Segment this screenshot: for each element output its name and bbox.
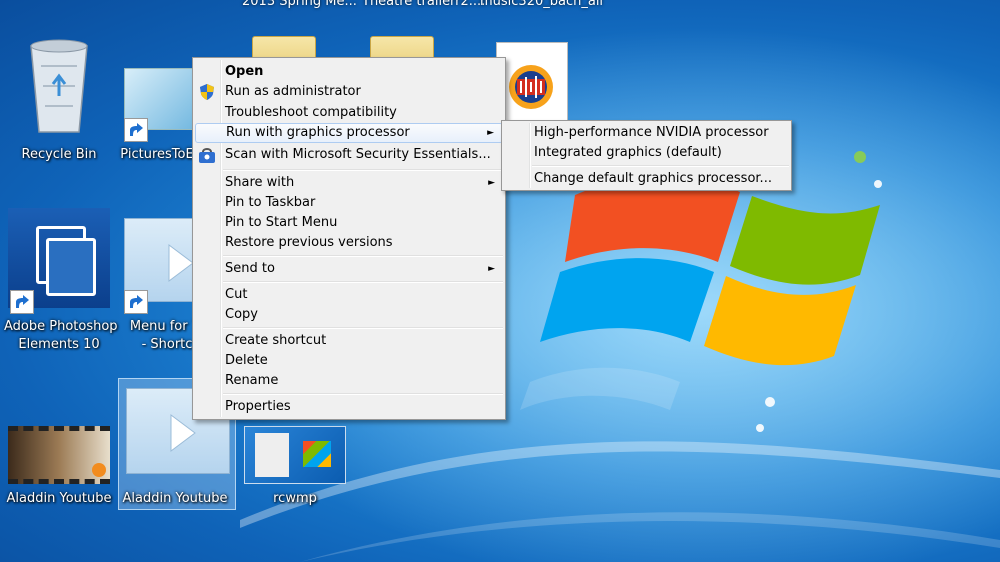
menu-separator: [223, 393, 503, 395]
menu-separator: [223, 255, 503, 257]
menu-item-label: Pin to Taskbar: [225, 195, 316, 210]
menu-item-open[interactable]: Open: [195, 62, 503, 82]
menu-item-label: Create shortcut: [225, 333, 327, 348]
menu-item-scan-security-essentials[interactable]: Scan with Microsoft Security Essentials.…: [195, 145, 503, 165]
menu-item-pin-to-start-menu[interactable]: Pin to Start Menu: [195, 213, 503, 233]
context-menu: Open Run as administrator Troubleshoot c…: [192, 57, 506, 420]
menu-item-pin-to-taskbar[interactable]: Pin to Taskbar: [195, 193, 503, 213]
submenu-arrow-icon: ►: [487, 128, 494, 138]
menu-item-label: Properties: [225, 399, 291, 414]
submenu-item-label: Integrated graphics (default): [534, 145, 722, 160]
menu-item-send-to[interactable]: Send to ►: [195, 259, 503, 279]
menu-item-label: Pin to Start Menu: [225, 215, 338, 230]
menu-item-create-shortcut[interactable]: Create shortcut: [195, 331, 503, 351]
menu-item-label: Rename: [225, 373, 279, 388]
menu-item-troubleshoot-compatibility[interactable]: Troubleshoot compatibility: [195, 103, 503, 123]
security-essentials-icon: [199, 148, 215, 163]
shortcut-arrow-icon: [124, 290, 148, 314]
menu-item-cut[interactable]: Cut: [195, 285, 503, 305]
menu-item-label: Copy: [225, 307, 258, 322]
submenu-arrow-icon: ►: [488, 178, 495, 188]
aladdin-youtube-label-1: Aladdin Youtube: [6, 491, 112, 506]
menu-item-properties[interactable]: Properties: [195, 397, 503, 417]
menu-item-run-with-graphics-processor[interactable]: Run with graphics processor ►: [195, 123, 503, 143]
shortcut-arrow-icon: [124, 118, 148, 142]
menu-item-restore-previous-versions[interactable]: Restore previous versions: [195, 233, 503, 253]
screenshot-thumbnail-icon: [244, 426, 346, 484]
menu-separator: [223, 327, 503, 329]
menu-separator: [223, 169, 503, 171]
menu-item-label: Share with: [225, 175, 295, 190]
submenu-arrow-icon: ►: [488, 264, 495, 274]
graphics-processor-submenu: High-performance NVIDIA processor Integr…: [501, 120, 792, 191]
menu-separator: [223, 281, 503, 283]
menu-item-label: Cut: [225, 287, 248, 302]
video-thumbnail-icon: [8, 426, 110, 484]
submenu-item-nvidia-processor[interactable]: High-performance NVIDIA processor: [504, 123, 789, 143]
desktop-icon-recycle-bin[interactable]: Recycle Bin: [4, 36, 114, 166]
submenu-item-integrated-graphics[interactable]: Integrated graphics (default): [504, 143, 789, 163]
menu-item-copy[interactable]: Copy: [195, 305, 503, 325]
desktop-top-label-1[interactable]: 2013 Spring Me...: [242, 0, 357, 9]
submenu-item-label: Change default graphics processor...: [534, 171, 772, 186]
desktop-icon-aladdin-youtube-thumb[interactable]: Aladdin Youtube: [4, 424, 114, 514]
recycle-bin-icon: [30, 39, 88, 133]
menu-item-label: Scan with Microsoft Security Essentials.…: [225, 147, 491, 162]
submenu-item-change-default-graphics[interactable]: Change default graphics processor...: [504, 169, 789, 189]
uac-shield-icon: [200, 84, 214, 100]
menu-item-label: Run with graphics processor: [226, 125, 410, 140]
menu-item-label: Restore previous versions: [225, 235, 393, 250]
menu-item-run-as-administrator[interactable]: Run as administrator: [195, 82, 503, 102]
menu-item-label: Delete: [225, 353, 268, 368]
menu-item-label: Run as administrator: [225, 84, 361, 99]
rcwmp-label: rcwmp: [273, 491, 317, 506]
menu-item-rename[interactable]: Rename: [195, 371, 503, 391]
desktop-icon-rcwmp[interactable]: rcwmp: [240, 424, 350, 514]
menu-item-delete[interactable]: Delete: [195, 351, 503, 371]
desktop-icon-photoshop-elements[interactable]: Adobe Photoshop Elements 10: [4, 208, 118, 358]
photoshop-elements-label-line2: Elements 10: [18, 337, 100, 352]
aladdin-youtube-label-2: Aladdin Youtube: [122, 491, 228, 506]
menu-item-label: Send to: [225, 261, 275, 276]
audacity-file-icon[interactable]: [496, 42, 568, 122]
desktop-top-label-3[interactable]: music320_bach_all: [480, 0, 603, 9]
desktop-top-label-2[interactable]: Theatre trailerr2....: [362, 0, 485, 9]
menu-item-label: Open: [225, 64, 264, 79]
shortcut-arrow-icon: [10, 290, 34, 314]
menu-item-share-with[interactable]: Share with ►: [195, 173, 503, 193]
menu-item-label: Troubleshoot compatibility: [225, 105, 397, 120]
menu-separator: [532, 165, 789, 167]
recycle-bin-label: Recycle Bin: [21, 147, 97, 162]
photoshop-elements-label-line1: Adobe Photoshop: [4, 319, 118, 334]
submenu-item-label: High-performance NVIDIA processor: [534, 125, 769, 140]
